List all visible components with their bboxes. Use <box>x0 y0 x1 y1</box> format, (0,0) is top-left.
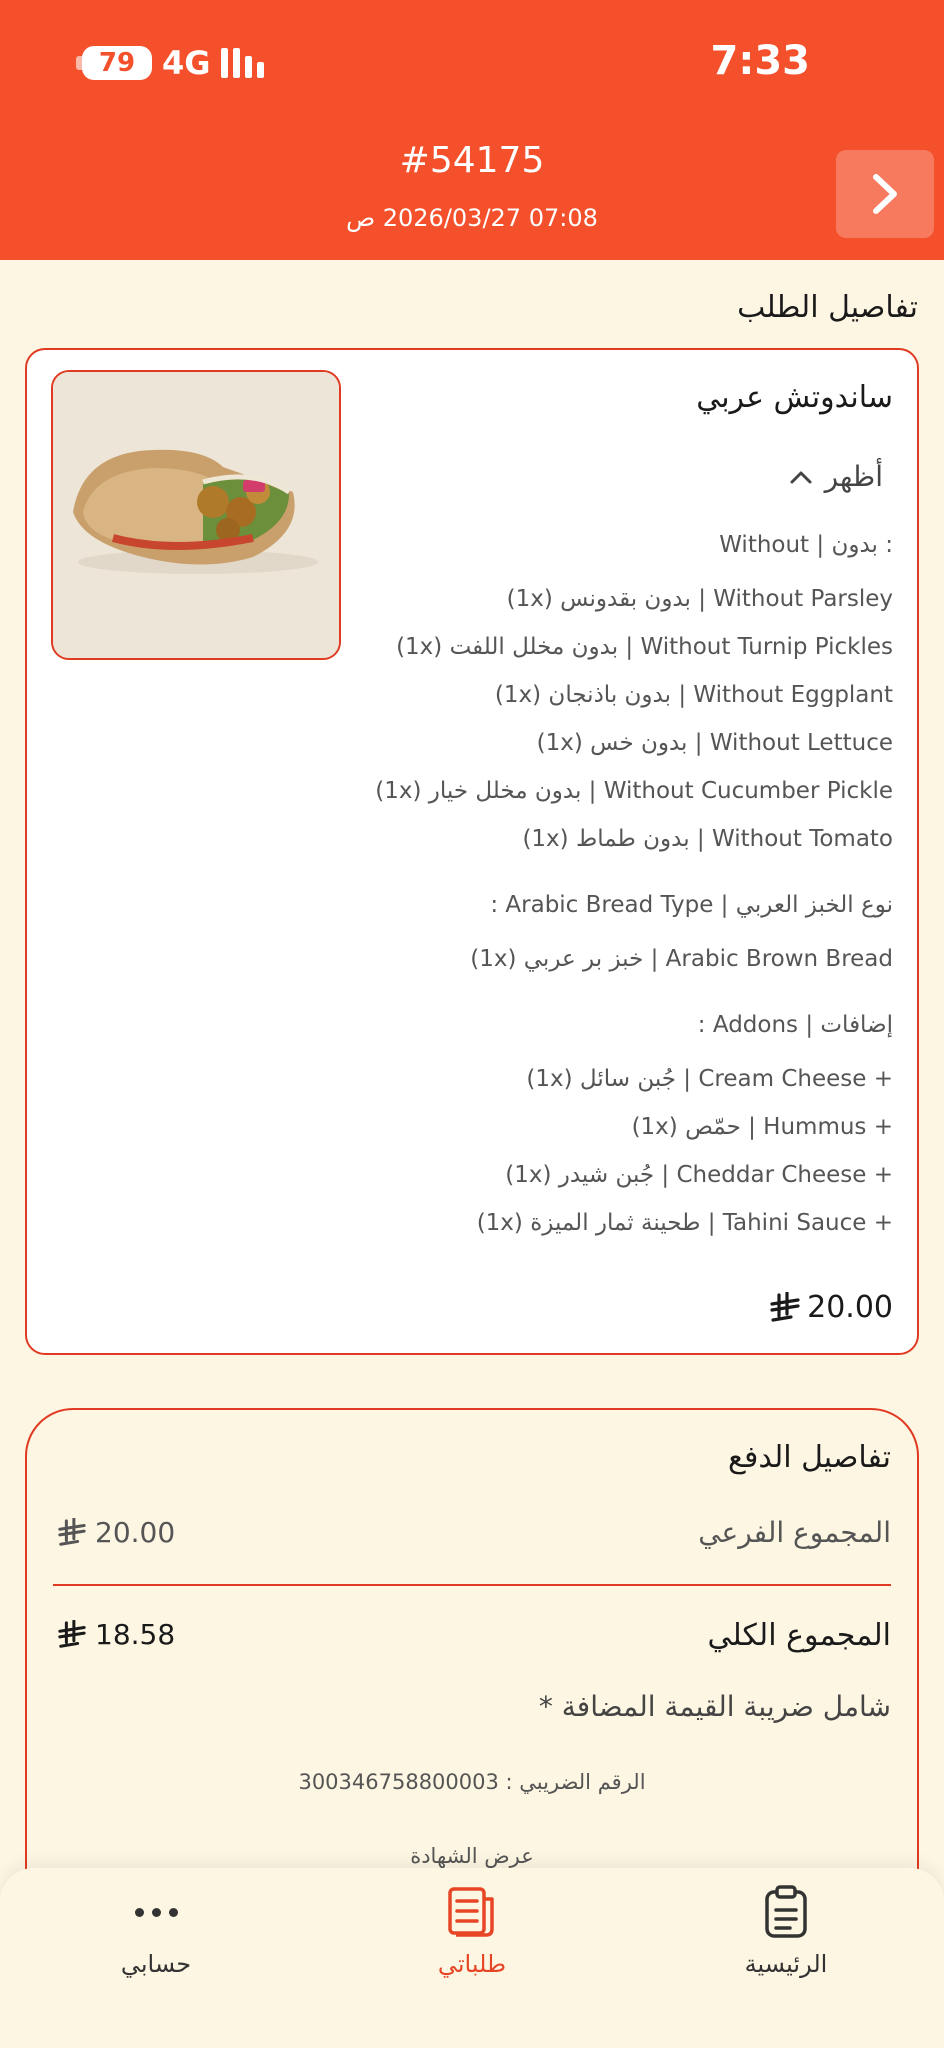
item-price: 20.00 <box>769 1290 893 1325</box>
show-toggle[interactable]: أظهر <box>789 460 883 493</box>
nav-account[interactable]: حسابي <box>46 1868 266 2048</box>
option-line: (1x) جُبن شيدر | Cheddar Cheese + <box>505 1162 893 1188</box>
more-dots-icon <box>134 1882 178 1942</box>
status-bar-left: 79 4G <box>76 44 264 82</box>
payment-title: تفاصيل الدفع <box>728 1440 891 1475</box>
battery-icon: 79 <box>76 46 152 80</box>
subtotal-label: المجموع الفرعي <box>698 1516 891 1549</box>
option-group-title: إضافات | Addons : <box>697 1012 893 1038</box>
option-line: (1x) جُبن سائل | Cream Cheese + <box>526 1066 893 1092</box>
option-group-title: نوع الخبز العربي | Arabic Bread Type : <box>490 892 893 918</box>
option-line: (1x) بدون خس | Without Lettuce <box>536 730 893 756</box>
signal-icon <box>220 48 264 78</box>
chevron-up-icon <box>790 471 812 483</box>
orders-icon <box>446 1882 498 1942</box>
nav-orders[interactable]: طلباتي <box>362 1868 582 2048</box>
item-image <box>51 370 341 660</box>
item-price-value: 20.00 <box>807 1290 893 1325</box>
nav-account-label: حسابي <box>120 1950 192 1978</box>
option-line: (1x) بدون بقدونس | Without Parsley <box>506 586 893 612</box>
nav-home-label: الرئيسية <box>744 1950 828 1978</box>
status-time: 7:33 <box>710 38 811 84</box>
option-line: (1x) طحينة ثمار الميزة | Tahini Sauce + <box>476 1210 893 1236</box>
nav-home[interactable]: الرئيسية <box>676 1868 896 2048</box>
view-certificate-link[interactable]: عرض الشهادة <box>27 1844 917 1868</box>
option-line: (1x) خبز بر عربي | Arabic Brown Bread <box>470 946 893 972</box>
option-line: (1x) بدون باذنجان | Without Eggplant <box>494 682 893 708</box>
show-toggle-label: أظهر <box>824 460 883 493</box>
chevron-right-icon <box>873 174 897 214</box>
order-number: #54175 <box>399 140 545 181</box>
nav-orders-label: طلباتي <box>437 1950 507 1978</box>
riyal-icon <box>770 1291 800 1322</box>
back-button[interactable] <box>836 150 934 238</box>
network-label: 4G <box>162 44 211 82</box>
order-date: 07:08 2026/03/27 ص <box>346 204 598 232</box>
header-bar: 79 4G 7:33 #54175 07:08 2026/03/27 ص <box>0 0 944 260</box>
riyal-icon <box>58 1619 86 1648</box>
option-group-title: Without | بدون : <box>719 532 893 558</box>
option-line: (1x) بدون طماط | Without Tomato <box>522 826 893 852</box>
tax-number: الرقم الضريبي : 300346758800003 <box>298 1770 646 1794</box>
subtotal-amount: 20.00 <box>95 1516 176 1549</box>
subtotal-value: 20.00 <box>57 1516 175 1549</box>
battery-level: 79 <box>98 48 136 78</box>
total-label: المجموع الكلي <box>707 1618 891 1653</box>
order-item-card: ساندوتش عربي أظهر Without | بدون : (1x) … <box>25 348 919 1355</box>
option-line: (1x) بدون مخلل اللفت | Without Turnip Pi… <box>396 634 893 660</box>
divider <box>53 1584 891 1586</box>
option-line: (1x) بدون مخلل خيار | Without Cucumber P… <box>375 778 893 804</box>
riyal-icon <box>58 1517 86 1546</box>
clipboard-icon <box>762 1882 810 1942</box>
order-details-title: تفاصيل الطلب <box>737 290 918 325</box>
total-amount: 18.58 <box>95 1618 176 1651</box>
vat-note: شامل ضريبة القيمة المضافة * <box>538 1690 891 1723</box>
total-value: 18.58 <box>57 1618 175 1651</box>
option-line: (1x) حمّص | Hummus + <box>631 1114 893 1140</box>
bottom-nav: حسابي طلباتي الرئيسية <box>0 1868 944 2048</box>
item-name: ساندوتش عربي <box>696 380 893 415</box>
